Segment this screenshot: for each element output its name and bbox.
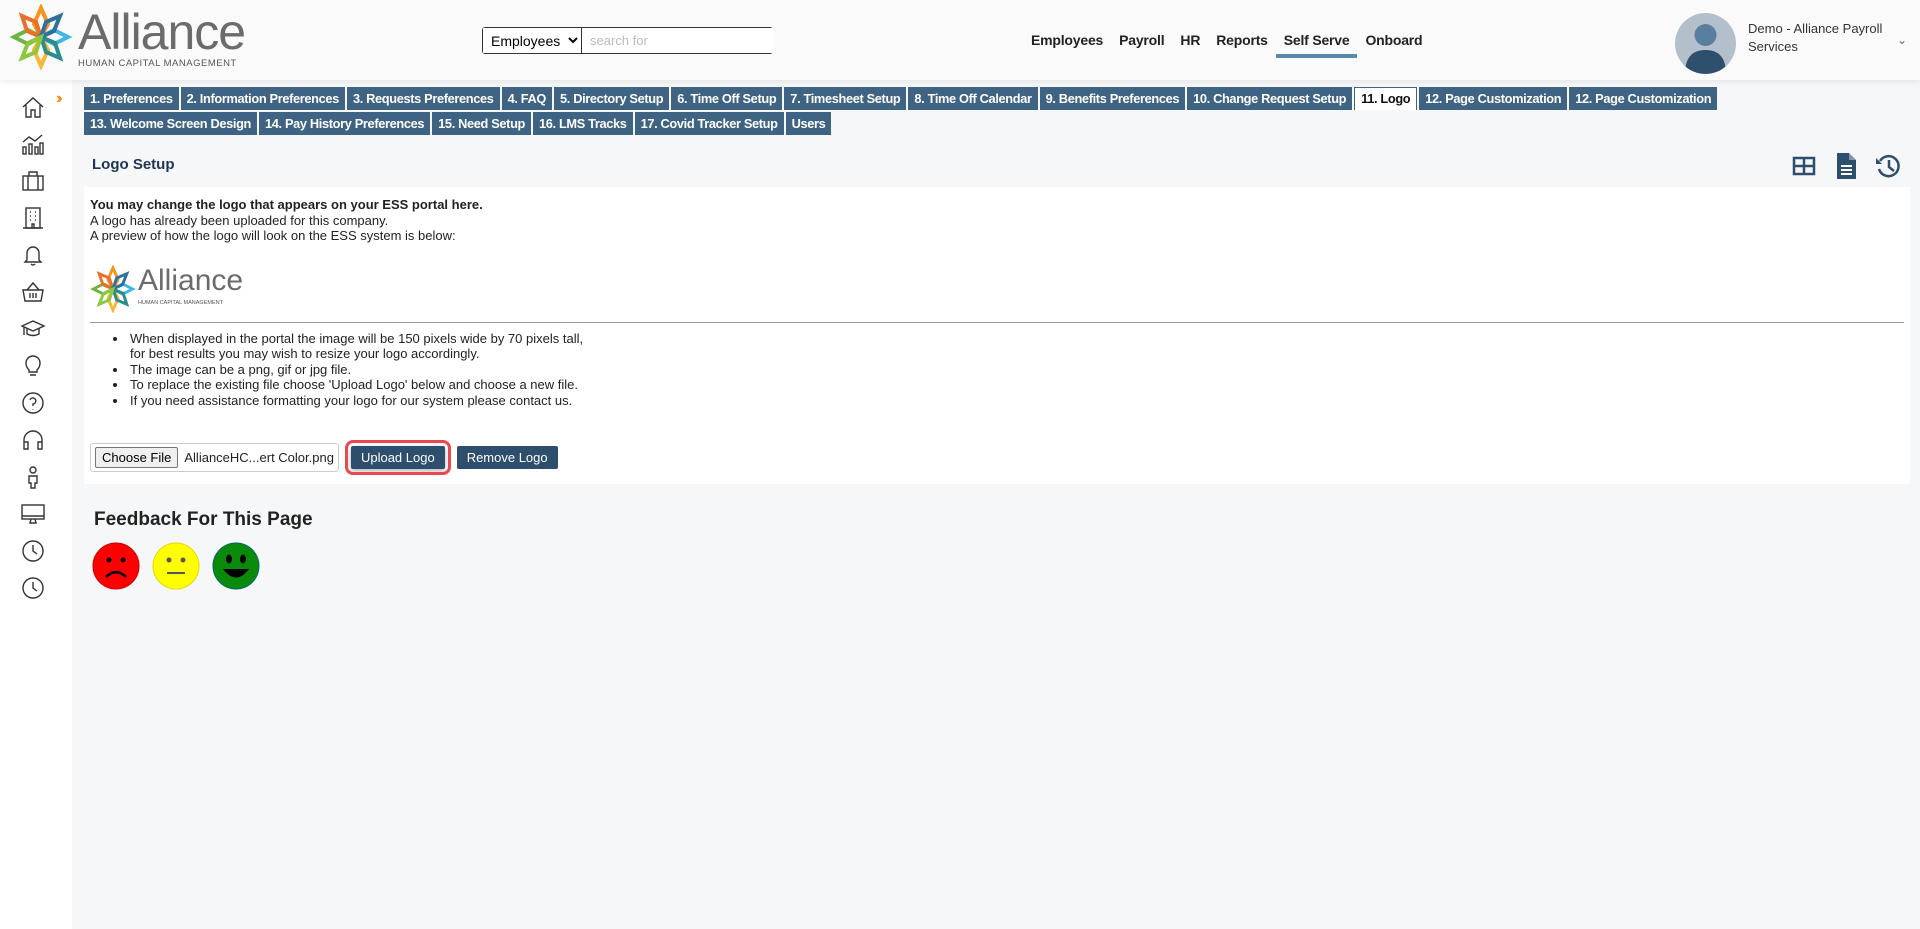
tab-12-page-customization[interactable]: 12. Page Customization bbox=[1569, 87, 1718, 110]
expand-sidebar-icon[interactable]: ›› bbox=[56, 90, 62, 108]
logo-status-text: A logo has already been uploaded for thi… bbox=[90, 212, 389, 228]
tab-4-faq[interactable]: 4. FAQ bbox=[501, 87, 553, 110]
analytics-icon[interactable] bbox=[20, 131, 46, 157]
bell-icon[interactable] bbox=[20, 242, 46, 268]
nav-onboard[interactable]: Onboard bbox=[1357, 32, 1430, 58]
file-input[interactable]: Choose File AllianceHC...ert Color.png bbox=[90, 443, 339, 472]
neutral-face-icon[interactable] bbox=[152, 542, 200, 590]
tab-9-benefits-preferences[interactable]: 9. Benefits Preferences bbox=[1039, 87, 1186, 110]
choose-file-button[interactable]: Choose File bbox=[95, 447, 179, 468]
upload-logo-button[interactable]: Upload Logo bbox=[344, 440, 451, 475]
instructions-list: When displayed in the portal the image w… bbox=[128, 331, 1904, 409]
building-icon[interactable] bbox=[20, 205, 46, 231]
tab-11-logo[interactable]: 11. Logo bbox=[1354, 87, 1418, 110]
alliance-logo[interactable]: Alliance HUMAN CAPITAL MANAGEMENT bbox=[10, 3, 246, 70]
tab-8-time-off-calendar[interactable]: 8. Time Off Calendar bbox=[908, 87, 1038, 110]
search-input[interactable] bbox=[582, 28, 774, 53]
clock-icon[interactable] bbox=[20, 575, 46, 601]
tab-14-pay-history-preferences[interactable]: 14. Pay History Preferences bbox=[259, 112, 431, 135]
basket-icon[interactable] bbox=[20, 279, 46, 305]
briefcase-icon[interactable] bbox=[20, 168, 46, 194]
tab-13-welcome-screen-design[interactable]: 13. Welcome Screen Design bbox=[84, 112, 258, 135]
remove-logo-button[interactable]: Remove Logo bbox=[456, 446, 558, 469]
sidebar bbox=[0, 80, 72, 929]
user-name: Demo - Alliance Payroll Services bbox=[1748, 21, 1883, 54]
monitor-icon[interactable] bbox=[20, 501, 46, 527]
top-nav: Employees Payroll HR Reports Self Serve … bbox=[1023, 32, 1430, 58]
logo-tagline: HUMAN CAPITAL MANAGEMENT bbox=[78, 57, 237, 69]
logo-preview: Alliance HUMAN CAPITAL MANAGEMENT bbox=[90, 264, 1904, 314]
tab-1-preferences[interactable]: 1. Preferences bbox=[84, 87, 179, 110]
tab-12-page-customization[interactable]: 12. Page Customization bbox=[1419, 87, 1568, 110]
user-icon bbox=[1685, 24, 1726, 74]
list-item: When displayed in the portal the image w… bbox=[128, 331, 1904, 362]
lightbulb-icon[interactable] bbox=[20, 353, 46, 379]
clock-icon[interactable] bbox=[20, 538, 46, 564]
logo-mark-icon bbox=[90, 264, 136, 313]
tab-bar: 1. Preferences 2. Information Preferences… bbox=[84, 87, 1718, 137]
feedback-faces bbox=[92, 542, 260, 590]
logo-mark-icon bbox=[10, 4, 72, 70]
search-scope-select[interactable]: Employees bbox=[483, 28, 582, 53]
nav-reports[interactable]: Reports bbox=[1208, 32, 1276, 58]
document-icon[interactable] bbox=[1832, 152, 1860, 180]
nav-payroll[interactable]: Payroll bbox=[1111, 32, 1172, 58]
divider bbox=[90, 321, 1904, 323]
preview-logo-tagline: HUMAN CAPITAL MANAGEMENT bbox=[138, 299, 223, 306]
user-menu[interactable]: Demo - Alliance Payroll Services ⌄ bbox=[1675, 13, 1907, 74]
upload-row: Choose File AllianceHC...ert Color.png U… bbox=[90, 440, 1904, 475]
avatar bbox=[1675, 13, 1736, 74]
list-item: The image can be a png, gif or jpg file. bbox=[128, 362, 1904, 378]
headphones-icon[interactable] bbox=[20, 427, 46, 453]
tab-users[interactable]: Users bbox=[785, 112, 832, 135]
logo-setup-panel: You may change the logo that appears on … bbox=[84, 187, 1910, 484]
feedback-title: Feedback For This Page bbox=[94, 509, 313, 530]
tab-17-covid-tracker-setup[interactable]: 17. Covid Tracker Setup bbox=[634, 112, 784, 135]
grid-view-icon[interactable] bbox=[1790, 152, 1818, 180]
tab-2-information-preferences[interactable]: 2. Information Preferences bbox=[180, 87, 345, 110]
chevron-down-icon[interactable]: ⌄ bbox=[1897, 33, 1907, 47]
help-icon[interactable] bbox=[20, 390, 46, 416]
selected-file-name: AllianceHC...ert Color.png bbox=[184, 449, 334, 465]
tab-7-timesheet-setup[interactable]: 7. Timesheet Setup bbox=[784, 87, 907, 110]
tab-5-directory-setup[interactable]: 5. Directory Setup bbox=[554, 87, 670, 110]
person-icon[interactable] bbox=[20, 464, 46, 490]
history-icon[interactable] bbox=[1874, 152, 1902, 180]
nav-self-serve[interactable]: Self Serve bbox=[1275, 32, 1358, 58]
nav-employees[interactable]: Employees bbox=[1023, 32, 1111, 58]
sad-face-icon[interactable] bbox=[92, 542, 140, 590]
search-bar: Employees bbox=[482, 27, 774, 54]
happy-face-icon[interactable] bbox=[212, 542, 260, 590]
list-item: To replace the existing file choose 'Upl… bbox=[128, 377, 1904, 393]
tab-6-time-off-setup[interactable]: 6. Time Off Setup bbox=[671, 87, 783, 110]
header: Alliance HUMAN CAPITAL MANAGEMENT Employ… bbox=[0, 0, 1920, 80]
tab-16-lms-tracks[interactable]: 16. LMS Tracks bbox=[533, 112, 633, 135]
logo-wordmark: Alliance bbox=[78, 3, 246, 60]
nav-hr[interactable]: HR bbox=[1172, 32, 1208, 58]
intro-heading: You may change the logo that appears on … bbox=[90, 197, 483, 212]
tab-10-change-request-setup[interactable]: 10. Change Request Setup bbox=[1187, 87, 1353, 110]
tab-15-need-setup[interactable]: 15. Need Setup bbox=[432, 112, 531, 135]
page-title: Logo Setup bbox=[92, 156, 175, 173]
tab-3-requests-preferences[interactable]: 3. Requests Preferences bbox=[346, 87, 500, 110]
home-icon[interactable] bbox=[20, 94, 46, 120]
preview-logo-word: Alliance bbox=[138, 263, 244, 297]
list-item: If you need assistance formatting your l… bbox=[128, 393, 1904, 409]
graduation-cap-icon[interactable] bbox=[20, 316, 46, 342]
page-tools bbox=[1790, 152, 1902, 180]
preview-text: A preview of how the logo will look on t… bbox=[90, 228, 456, 243]
